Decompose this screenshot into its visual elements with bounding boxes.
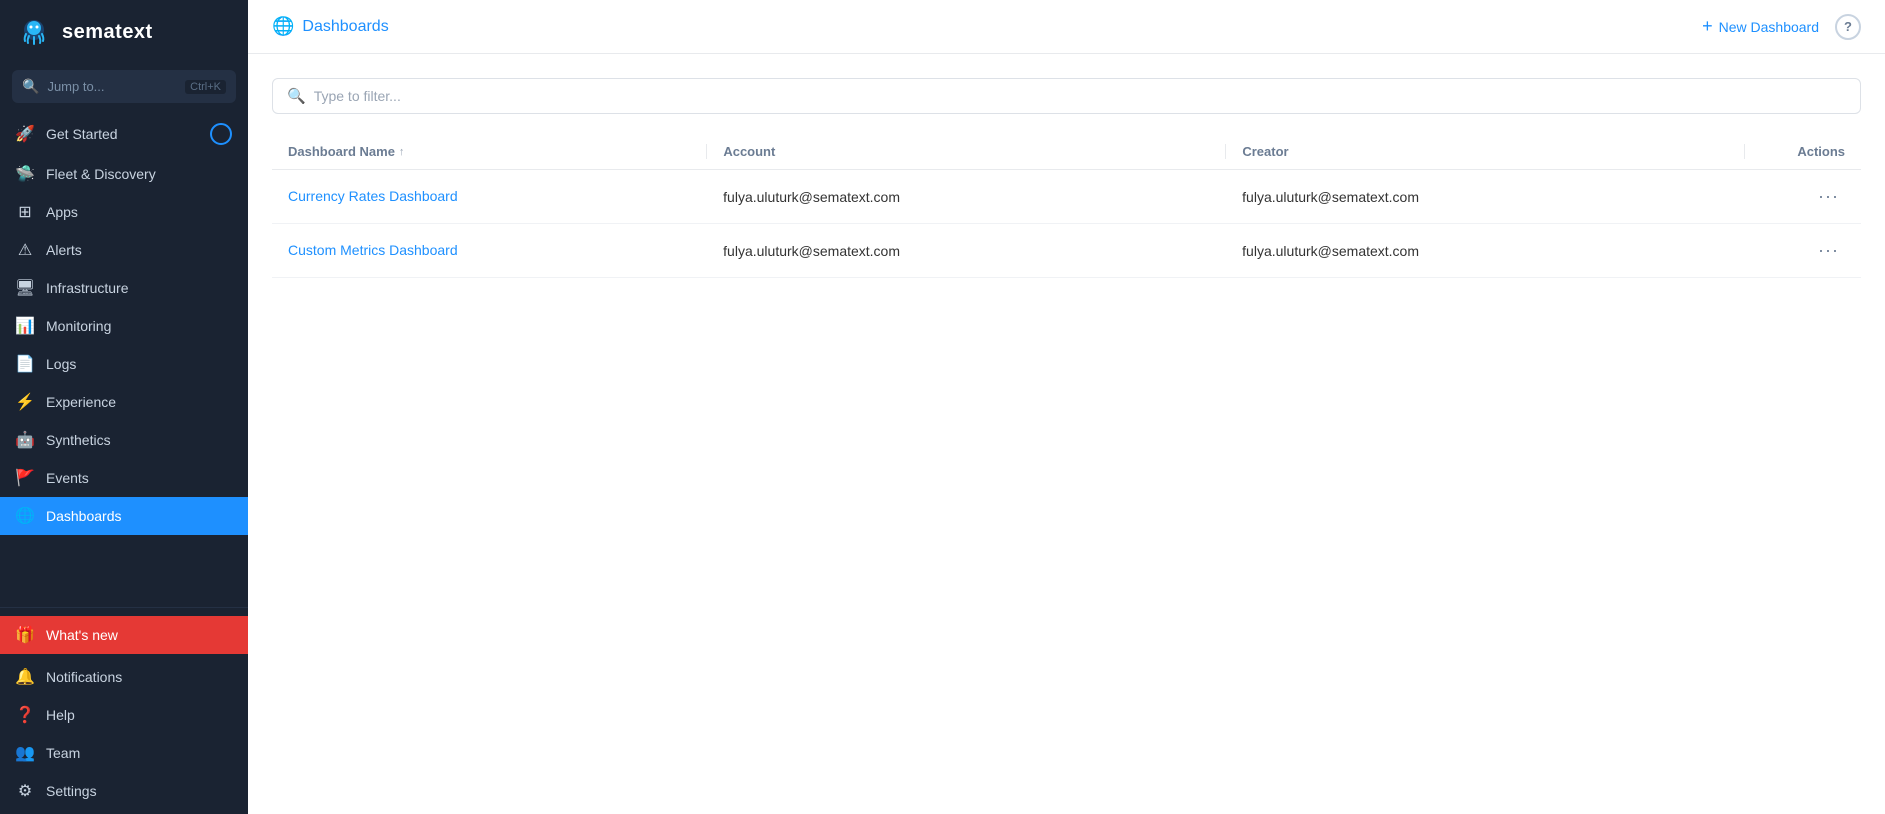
sidebar: sematext 🔍 Jump to... Ctrl+K 🚀 Get Start… <box>0 0 248 814</box>
gift-icon: 🎁 <box>16 626 34 644</box>
search-shortcut: Ctrl+K <box>185 80 226 94</box>
sidebar-item-apps[interactable]: ⊞ Apps <box>0 193 248 231</box>
get-started-badge <box>210 123 232 145</box>
sidebar-item-label: Notifications <box>46 669 122 685</box>
table-header-row: Dashboard Name ↑ Account Creator Actions <box>272 134 1861 170</box>
sidebar-item-logs[interactable]: 📄 Logs <box>0 345 248 383</box>
row-dashboard-name: Custom Metrics Dashboard <box>288 242 707 260</box>
synthetics-icon: 🤖 <box>16 431 34 449</box>
apps-icon: ⊞ <box>16 203 34 221</box>
settings-icon: ⚙ <box>16 782 34 800</box>
main-content: 🌐 Dashboards + New Dashboard ? 🔍 Dashboa… <box>248 0 1885 814</box>
plus-icon: + <box>1702 16 1713 37</box>
table-row: Currency Rates Dashboard fulya.uluturk@s… <box>272 170 1861 224</box>
row-more-button[interactable]: ··· <box>1812 184 1845 209</box>
sidebar-item-alerts[interactable]: ⚠ Alerts <box>0 231 248 269</box>
sidebar-item-dashboards[interactable]: 🌐 Dashboards <box>0 497 248 535</box>
sidebar-item-notifications[interactable]: 🔔 Notifications <box>0 658 248 696</box>
alerts-icon: ⚠ <box>16 241 34 259</box>
jump-to-search[interactable]: 🔍 Jump to... Ctrl+K <box>12 70 236 103</box>
monitoring-icon: 📊 <box>16 317 34 335</box>
column-actions-label: Actions <box>1797 144 1845 159</box>
team-icon: 👥 <box>16 744 34 762</box>
sidebar-item-team[interactable]: 👥 Team <box>0 734 248 772</box>
search-placeholder-text: Jump to... <box>47 79 177 94</box>
sidebar-item-label: Monitoring <box>46 318 111 334</box>
dashboard-link[interactable]: Currency Rates Dashboard <box>288 188 458 204</box>
sidebar-item-label: Infrastructure <box>46 280 128 296</box>
dashboards-content: 🔍 Dashboard Name ↑ Account Creator Actio… <box>248 54 1885 814</box>
sidebar-item-get-started[interactable]: 🚀 Get Started <box>0 113 248 155</box>
events-icon: 🚩 <box>16 469 34 487</box>
row-dashboard-name: Currency Rates Dashboard <box>288 188 707 206</box>
column-header-account: Account <box>706 144 1225 159</box>
column-creator-label: Creator <box>1242 144 1288 159</box>
sidebar-item-label: Fleet & Discovery <box>46 166 156 182</box>
topbar: 🌐 Dashboards + New Dashboard ? <box>248 0 1885 54</box>
sidebar-item-monitoring[interactable]: 📊 Monitoring <box>0 307 248 345</box>
topbar-actions: + New Dashboard ? <box>1702 14 1861 40</box>
row-account: fulya.uluturk@sematext.com <box>707 243 1226 259</box>
help-icon: ❓ <box>16 706 34 724</box>
sidebar-item-label: Synthetics <box>46 432 111 448</box>
row-actions: ··· <box>1745 238 1845 263</box>
sidebar-item-label: Get Started <box>46 126 118 142</box>
experience-icon: ⚡ <box>16 393 34 411</box>
logo-text: sematext <box>62 21 153 44</box>
column-name-label: Dashboard Name <box>288 144 395 159</box>
column-account-label: Account <box>723 144 775 159</box>
topbar-help-button[interactable]: ? <box>1835 14 1861 40</box>
sidebar-item-experience[interactable]: ⚡ Experience <box>0 383 248 421</box>
rocket-icon: 🚀 <box>16 125 34 143</box>
fleet-icon: 🛸 <box>16 165 34 183</box>
globe-icon: 🌐 <box>272 16 294 37</box>
sidebar-item-label: Help <box>46 707 75 723</box>
sidebar-item-synthetics[interactable]: 🤖 Synthetics <box>0 421 248 459</box>
column-header-actions: Actions <box>1744 144 1845 159</box>
bell-icon: 🔔 <box>16 668 34 686</box>
row-account: fulya.uluturk@sematext.com <box>707 189 1226 205</box>
column-header-name[interactable]: Dashboard Name ↑ <box>288 144 706 159</box>
sidebar-item-label: Events <box>46 470 89 486</box>
main-nav: 🚀 Get Started 🛸 Fleet & Discovery ⊞ Apps… <box>0 113 248 607</box>
sidebar-item-label: Alerts <box>46 242 82 258</box>
new-dashboard-button[interactable]: + New Dashboard <box>1702 16 1819 37</box>
sidebar-item-whats-new[interactable]: 🎁 What's new <box>0 616 248 654</box>
sidebar-item-label: Logs <box>46 356 76 372</box>
row-creator: fulya.uluturk@sematext.com <box>1226 243 1745 259</box>
infrastructure-icon: 🖥 <box>16 279 34 297</box>
sidebar-bottom: 🎁 What's new 🔔 Notifications ❓ Help 👥 Te… <box>0 607 248 814</box>
sidebar-item-infrastructure[interactable]: 🖥 Infrastructure <box>0 269 248 307</box>
table-row: Custom Metrics Dashboard fulya.uluturk@s… <box>272 224 1861 278</box>
row-creator: fulya.uluturk@sematext.com <box>1226 189 1745 205</box>
sidebar-item-label: Dashboards <box>46 508 122 524</box>
dashboard-link[interactable]: Custom Metrics Dashboard <box>288 242 458 258</box>
sidebar-item-label: Apps <box>46 204 78 220</box>
row-more-button[interactable]: ··· <box>1812 238 1845 263</box>
sidebar-item-label: Settings <box>46 783 97 799</box>
dashboards-icon: 🌐 <box>16 507 34 525</box>
sidebar-item-label: Team <box>46 745 80 761</box>
filter-search-icon: 🔍 <box>287 87 306 105</box>
sidebar-item-events[interactable]: 🚩 Events <box>0 459 248 497</box>
sort-arrow-icon: ↑ <box>399 146 405 158</box>
dashboards-table: Dashboard Name ↑ Account Creator Actions… <box>272 134 1861 278</box>
sidebar-item-label: Experience <box>46 394 116 410</box>
row-actions: ··· <box>1745 184 1845 209</box>
search-icon: 🔍 <box>22 78 39 95</box>
filter-bar[interactable]: 🔍 <box>272 78 1861 114</box>
octopus-logo-icon <box>16 14 52 50</box>
breadcrumb-area: 🌐 Dashboards <box>272 16 389 37</box>
column-header-creator: Creator <box>1225 144 1744 159</box>
filter-input[interactable] <box>314 88 1846 104</box>
sidebar-item-settings[interactable]: ⚙ Settings <box>0 772 248 810</box>
sidebar-logo[interactable]: sematext <box>0 0 248 64</box>
question-mark-icon: ? <box>1844 19 1852 34</box>
sidebar-item-help[interactable]: ❓ Help <box>0 696 248 734</box>
sidebar-item-fleet-discovery[interactable]: 🛸 Fleet & Discovery <box>0 155 248 193</box>
sidebar-item-label: What's new <box>46 627 118 643</box>
logs-icon: 📄 <box>16 355 34 373</box>
page-title: Dashboards <box>302 18 388 36</box>
new-dashboard-label: New Dashboard <box>1719 19 1819 35</box>
